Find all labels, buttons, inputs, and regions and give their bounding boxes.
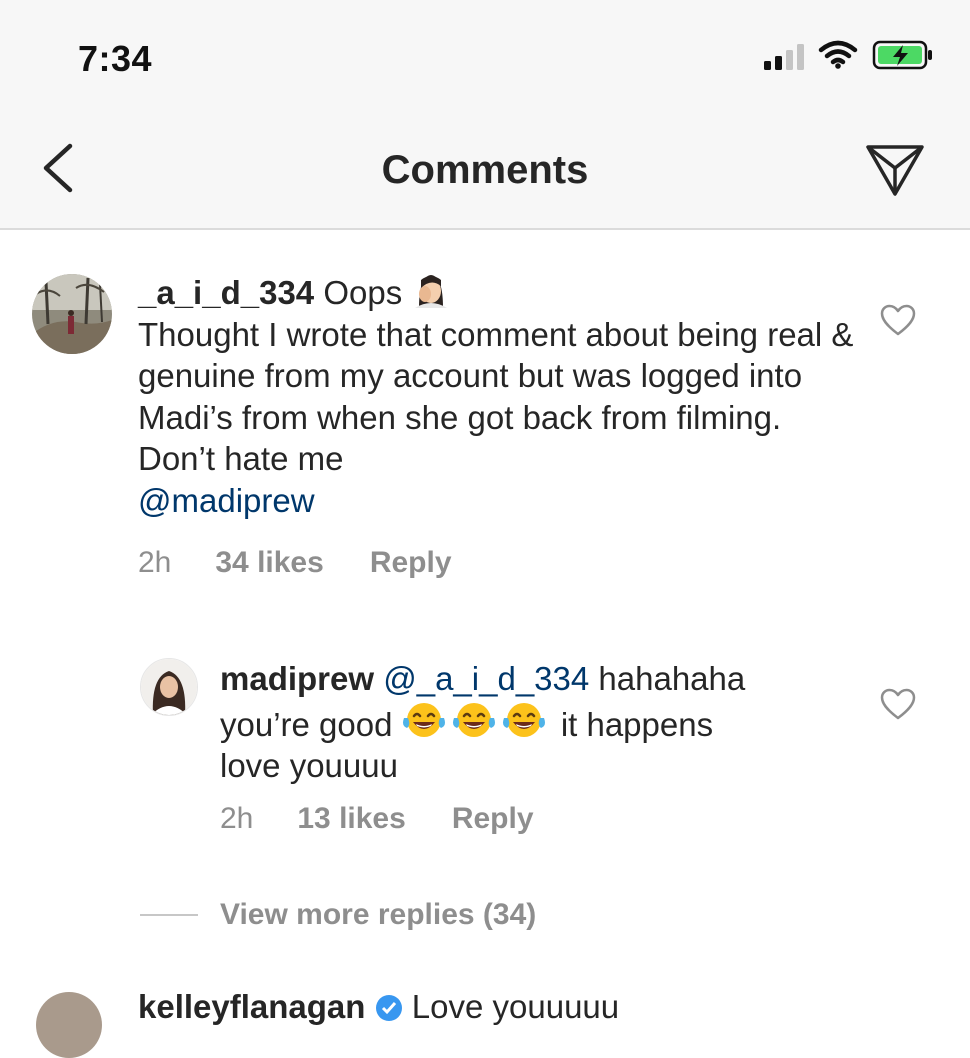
reply-likes[interactable]: 13 likes — [297, 802, 405, 836]
avatar[interactable] — [36, 992, 102, 1058]
like-heart-icon[interactable] — [880, 688, 916, 722]
comment-body: Thought I wrote that comment about being… — [138, 315, 854, 478]
reply-button[interactable]: Reply — [452, 802, 534, 836]
view-more-label[interactable]: View more replies (34) — [220, 898, 536, 932]
wifi-icon — [818, 40, 858, 69]
woman-facepalming-emoji-icon — [415, 275, 448, 308]
next-comment-username[interactable]: kelleyflanagan Love youuuuu — [138, 988, 619, 1026]
status-icons — [764, 40, 934, 70]
comment-mention[interactable]: @madiprew — [138, 482, 315, 519]
reply-lead: hahahaha — [598, 660, 746, 697]
page-title: Comments — [381, 148, 589, 192]
comment-likes[interactable]: 34 likes — [215, 546, 323, 580]
comment-meta: 2h 34 likes Reply — [138, 546, 452, 580]
direct-send-icon[interactable] — [864, 138, 926, 200]
reply-username[interactable]: madiprew — [220, 660, 374, 697]
reply-after-emoji: it happens — [560, 705, 714, 743]
cellular-signal-icon — [764, 40, 804, 70]
next-comment-text: Love youuuuu — [411, 988, 620, 1025]
comment-lead: Oops — [323, 274, 403, 311]
reply-button[interactable]: Reply — [370, 546, 452, 580]
comment-text: _a_i_d_334 Oops Thought I wrote that com… — [138, 272, 858, 521]
tears-of-joy-emoji-icon — [452, 702, 495, 737]
status-time: 7:34 — [78, 38, 153, 79]
like-heart-icon[interactable] — [880, 304, 916, 338]
reply-item: madiprew @_a_i_d_334 hahahaha you’re goo… — [0, 640, 970, 860]
reply-mid: you’re good — [220, 705, 393, 743]
reply-age: 2h — [220, 802, 254, 835]
tears-of-joy-emoji-icon — [502, 702, 545, 737]
comment-username[interactable]: _a_i_d_334 — [138, 274, 314, 311]
battery-charging-icon — [872, 40, 932, 70]
avatar[interactable] — [140, 658, 198, 716]
reply-end: love youuuu — [220, 747, 398, 784]
avatar[interactable] — [32, 274, 112, 354]
reply-mention[interactable]: @_a_i_d_334 — [383, 660, 589, 697]
reply-text: madiprew @_a_i_d_334 hahahaha you’re goo… — [220, 658, 840, 787]
view-more-replies[interactable]: View more replies (34) — [140, 898, 536, 932]
comment-item: _a_i_d_334 Oops Thought I wrote that com… — [0, 240, 970, 600]
comment-age: 2h — [138, 546, 172, 579]
verified-badge-icon — [375, 995, 402, 1021]
tears-of-joy-emoji-icon — [402, 702, 445, 737]
top-bar: 7:34 Comments — [0, 0, 970, 230]
reply-meta: 2h 13 likes Reply — [220, 802, 534, 836]
divider-line — [140, 914, 198, 916]
